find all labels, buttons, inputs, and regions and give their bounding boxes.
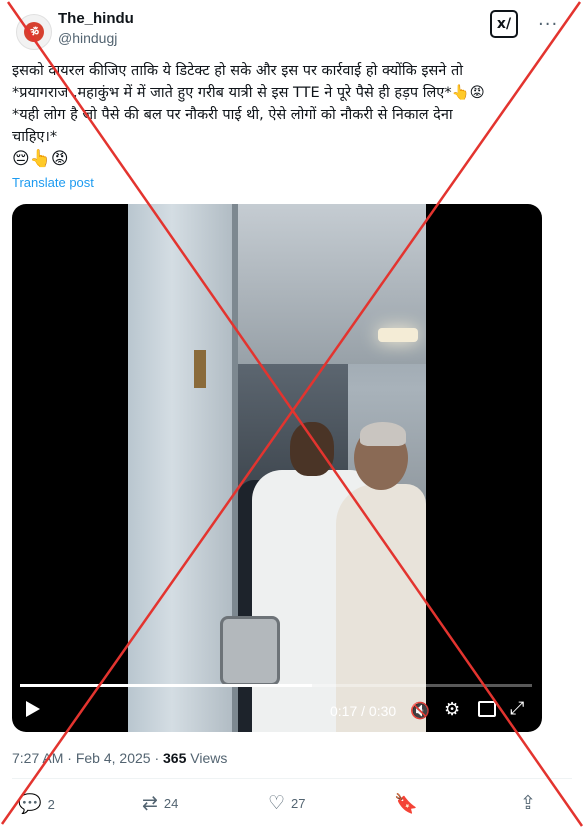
action-bar: 💬 2 ⇄ 24 ♡ 27 🔖 ⇪	[12, 790, 572, 820]
share-icon: ⇪	[520, 793, 536, 814]
repost-count: 24	[163, 796, 179, 811]
post-line: *यही लोग है जो पैसे की बल पर नौकरी पाई थ…	[12, 107, 453, 123]
fullscreen-icon[interactable]: ⤢	[510, 698, 524, 719]
tte-head	[290, 422, 334, 476]
mute-icon[interactable]: 🔇	[410, 701, 430, 721]
play-icon[interactable]	[26, 701, 40, 717]
repost-button[interactable]: ⇄ 24	[142, 792, 178, 815]
door-sign	[194, 350, 206, 388]
grok-button[interactable]: x/	[490, 10, 518, 38]
passenger-hair	[360, 422, 406, 446]
om-logo-icon: ॐ	[24, 22, 44, 42]
repost-icon: ⇄	[142, 793, 158, 814]
post-date[interactable]: Feb 4, 2025	[76, 750, 151, 766]
like-button[interactable]: ♡ 27	[268, 792, 306, 815]
views-count: 365	[163, 750, 187, 766]
video-frame	[128, 204, 426, 732]
steel-bucket	[220, 616, 280, 686]
reply-icon: 💬	[18, 794, 42, 815]
post-meta: 7:27 AM · Feb 4, 2025 · 365 Views	[12, 750, 227, 766]
post-emoji-line: 😔👆😡	[12, 149, 69, 169]
like-count: 27	[291, 796, 306, 811]
reply-count: 2	[47, 796, 55, 812]
share-button[interactable]: ⇪	[520, 792, 542, 815]
post-time[interactable]: 7:27 AM	[12, 750, 63, 766]
more-options-button[interactable]: ···	[538, 14, 558, 35]
divider	[12, 778, 572, 779]
video-progress-bar[interactable]	[20, 684, 532, 687]
post-line: चाहिए।*	[12, 129, 58, 145]
grok-icon: x/	[496, 16, 512, 32]
video-progress-fill	[20, 684, 312, 687]
picture-in-picture-icon[interactable]	[478, 701, 496, 717]
ceiling-light	[378, 328, 418, 342]
more-icon: ···	[538, 14, 559, 35]
meta-separator: ·	[63, 750, 76, 766]
heart-icon: ♡	[268, 793, 286, 814]
post-line: इसको वायरल कीजिए ताकि ये डिटेक्ट हो सके …	[12, 63, 463, 79]
views-label: Views	[186, 750, 228, 766]
video-player[interactable]: 0:17 / 0:30 🔇 ⚙ ⤢	[12, 204, 542, 732]
author-display-name[interactable]: The_hindu	[58, 10, 134, 27]
bookmark-button[interactable]: 🔖	[394, 792, 424, 816]
translate-post-link[interactable]: Translate post	[12, 175, 94, 190]
bookmark-icon: 🔖	[394, 794, 418, 815]
passenger-figure	[336, 484, 426, 732]
author-handle[interactable]: @hindugj	[58, 30, 117, 46]
post-text: इसको वायरल कीजिए ताकि ये डिटेक्ट हो सके …	[12, 60, 572, 170]
reply-button[interactable]: 💬 2	[18, 792, 55, 816]
post-line: *प्रयागराज ,महाकुंभ में में जाते हुए गरी…	[12, 85, 485, 101]
post-header: ॐ The_hindu @hindugj x/ ···	[12, 8, 572, 52]
settings-icon[interactable]: ⚙	[444, 699, 460, 720]
meta-separator: ·	[150, 750, 164, 766]
video-time: 0:17 / 0:30	[330, 703, 397, 719]
avatar[interactable]: ॐ	[16, 14, 52, 50]
